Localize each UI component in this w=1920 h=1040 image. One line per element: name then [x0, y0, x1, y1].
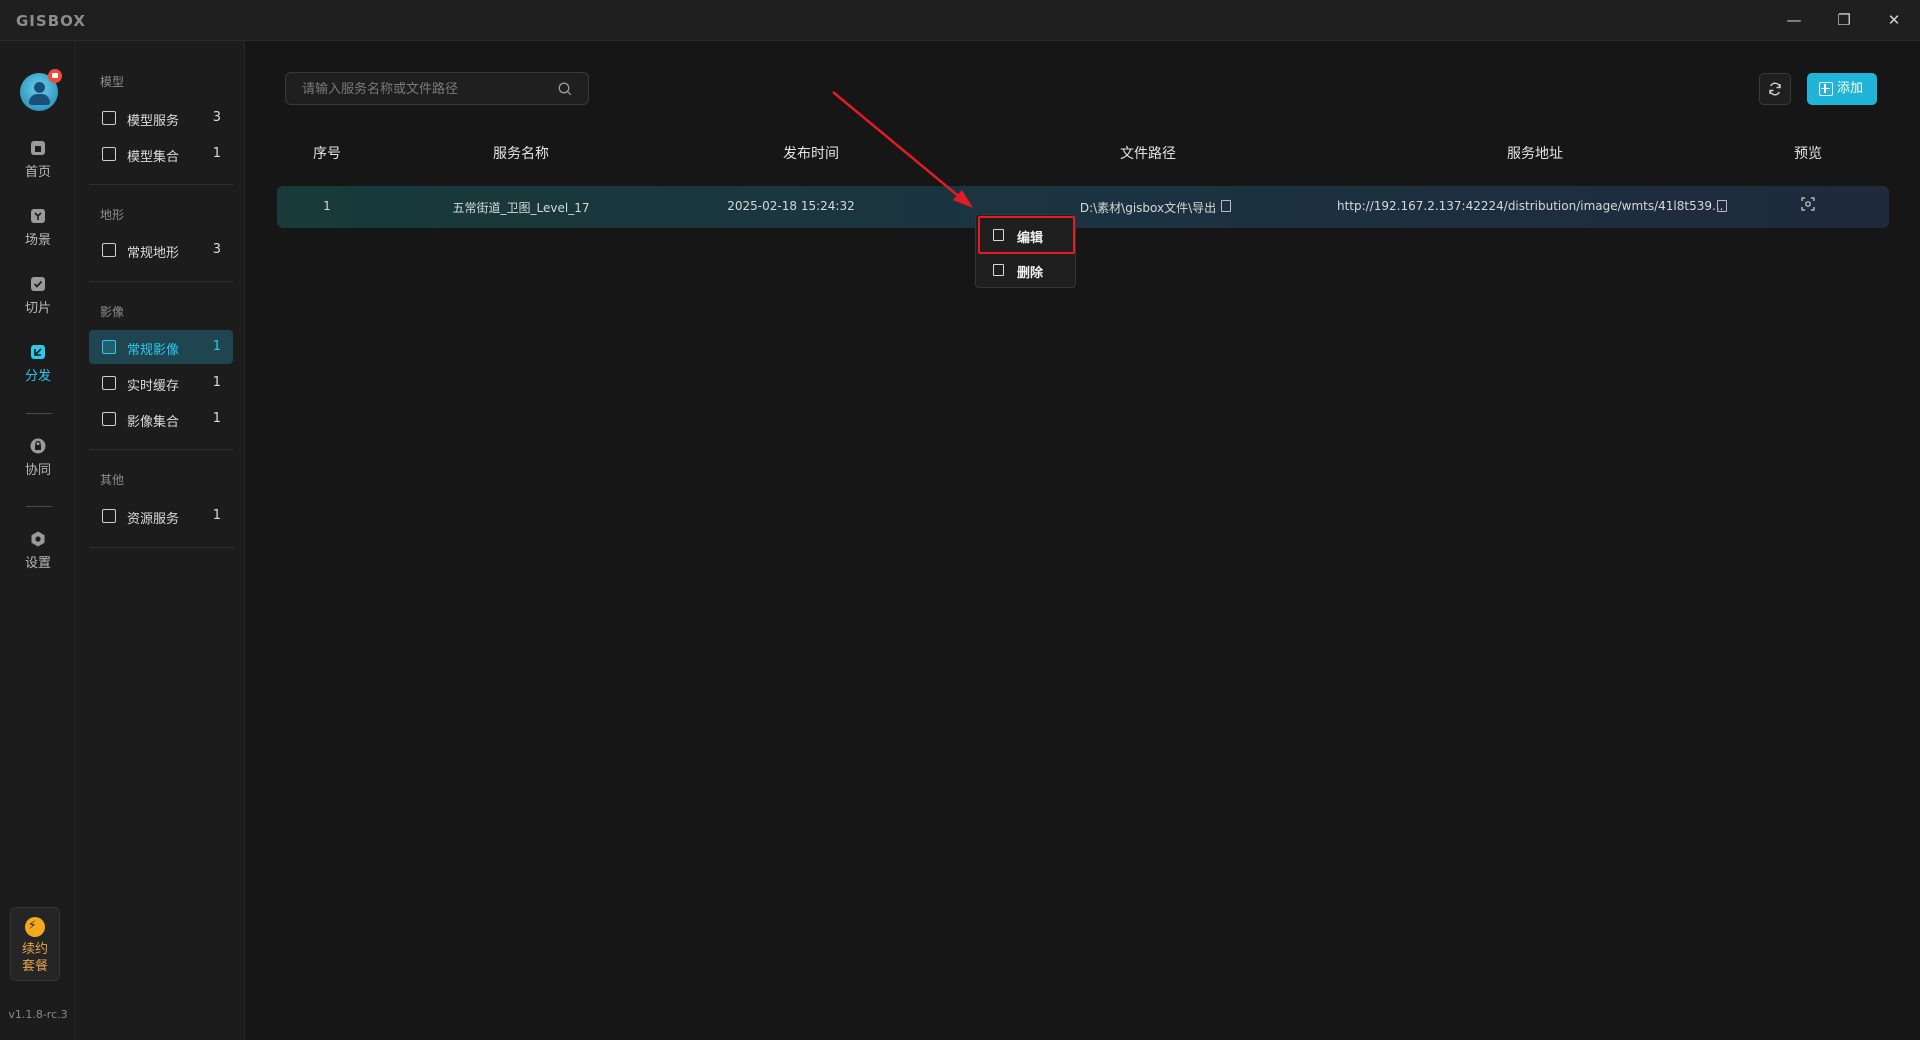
annotation-arrow: [832, 91, 973, 208]
